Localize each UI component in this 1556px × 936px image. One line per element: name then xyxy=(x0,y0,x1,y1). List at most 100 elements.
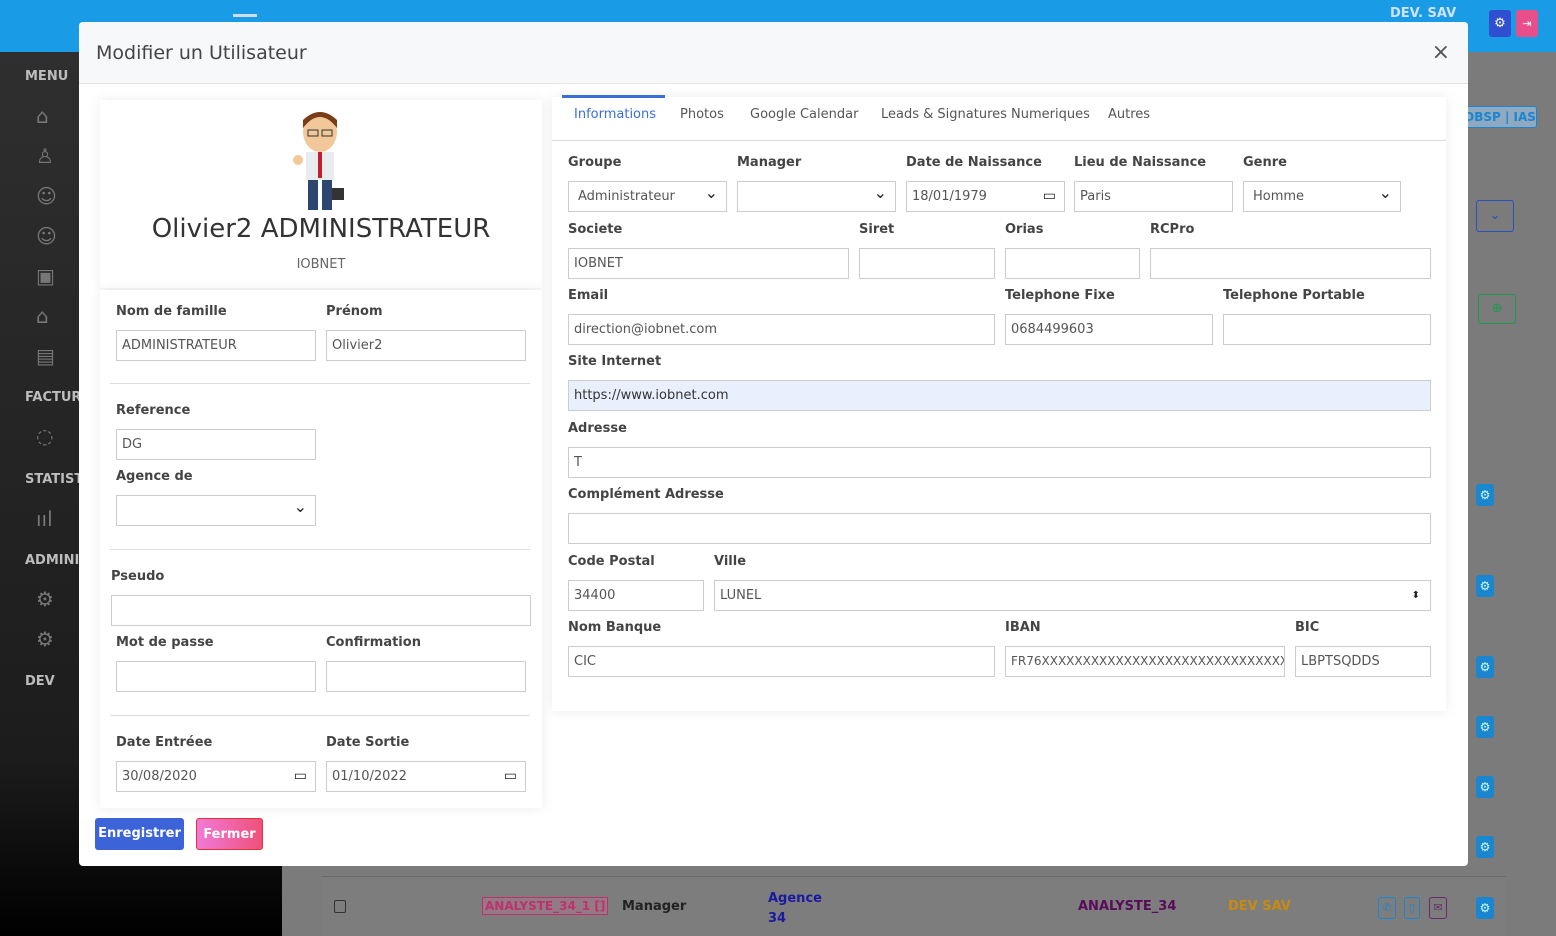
pseudo-input[interactable] xyxy=(111,595,531,626)
divider xyxy=(110,383,530,384)
rocket-icon[interactable]: ♙ xyxy=(36,144,54,168)
row-role: Manager xyxy=(622,899,687,914)
bic-input[interactable]: LBPTSQDDS xyxy=(1295,646,1431,677)
users-icon[interactable]: ☺ xyxy=(36,184,57,208)
cp-input[interactable]: 34400 xyxy=(568,580,704,611)
prenom-label: Prénom xyxy=(326,304,383,319)
user-name[interactable]: DEV. SAV xyxy=(1390,6,1456,21)
email-label: Email xyxy=(568,288,609,303)
password-input[interactable] xyxy=(116,661,316,692)
banque-input[interactable]: CIC xyxy=(568,646,995,677)
home-icon[interactable]: ⌂ xyxy=(36,104,49,128)
tab-leads-signatures[interactable]: Leads & Signatures Numeriques xyxy=(881,107,1090,122)
complement-input[interactable] xyxy=(568,513,1431,544)
row-settings-button[interactable]: ⚙ xyxy=(1476,716,1494,738)
bar-chart-icon[interactable]: ııl xyxy=(36,507,53,531)
info-card: Informations Photos Google Calendar Lead… xyxy=(552,95,1446,711)
tel-fixe-input[interactable]: 0684499603 xyxy=(1005,314,1213,345)
naissance-input[interactable]: 18/01/1979 xyxy=(906,181,1065,212)
tab-photos[interactable]: Photos xyxy=(680,107,724,122)
siret-label: Siret xyxy=(859,222,895,237)
genre-label: Genre xyxy=(1243,155,1287,170)
prenom-input[interactable]: Olivier2 xyxy=(326,330,526,361)
edit-user-modal: Modifier un Utilisateur × Olivier2 ADMIN… xyxy=(79,22,1468,866)
email-input[interactable]: direction@iobnet.com xyxy=(568,314,995,345)
row-group: DEV SAV xyxy=(1228,899,1291,914)
tabs-divider xyxy=(552,140,1446,141)
row-settings-button[interactable]: ⚙ xyxy=(1476,897,1494,919)
modal-header: Modifier un Utilisateur × xyxy=(79,22,1468,84)
tab-autres[interactable]: Autres xyxy=(1108,107,1150,122)
societe-input[interactable]: IOBNET xyxy=(568,248,849,279)
piggy-bank-icon[interactable]: ◌ xyxy=(36,424,53,448)
ville-select[interactable]: LUNEL ⬍ xyxy=(714,580,1431,611)
banque-label: Nom Banque xyxy=(568,620,662,635)
add-button[interactable]: ⊕ xyxy=(1478,294,1516,324)
date-sortie-label: Date Sortie xyxy=(326,735,410,750)
row-settings-button[interactable]: ⚙ xyxy=(1476,656,1494,678)
lieu-input[interactable]: Paris xyxy=(1074,181,1233,212)
nom-label: Nom de famille xyxy=(116,304,227,319)
iban-label: IBAN xyxy=(1005,620,1041,635)
confirm-password-input[interactable] xyxy=(326,661,526,692)
login-badge[interactable]: ANALYSTE_34_1 [] xyxy=(482,897,609,915)
save-button[interactable]: Enregistrer xyxy=(95,818,184,850)
close-icon[interactable]: × xyxy=(1432,40,1450,65)
user-add-icon[interactable]: ☺ xyxy=(36,224,57,248)
hamburger-icon[interactable] xyxy=(233,14,257,17)
confirm-label: Confirmation xyxy=(326,635,421,650)
row-checkbox[interactable] xyxy=(334,900,346,913)
tab-informations[interactable]: Informations xyxy=(574,107,656,122)
complement-label: Complément Adresse xyxy=(568,487,724,502)
date-entree-input[interactable]: 30/08/2020 xyxy=(116,761,316,792)
ville-value: LUNEL xyxy=(720,588,762,603)
reference-input[interactable]: DG xyxy=(116,429,316,460)
genre-select[interactable]: Homme xyxy=(1243,181,1401,212)
close-button[interactable]: Fermer xyxy=(196,818,263,850)
row-settings-button[interactable]: ⚙ xyxy=(1476,836,1494,858)
orias-label: Orias xyxy=(1005,222,1044,237)
naissance-value: 18/01/1979 xyxy=(912,189,987,204)
modal-title: Modifier un Utilisateur xyxy=(96,42,307,64)
groupe-select[interactable]: Administrateur xyxy=(568,181,727,212)
siret-input[interactable] xyxy=(859,248,995,279)
orias-input[interactable] xyxy=(1005,248,1140,279)
tel-portable-label: Telephone Portable xyxy=(1223,288,1365,303)
gear-icon[interactable]: ⚙ xyxy=(36,627,54,651)
date-sortie-value: 01/10/2022 xyxy=(332,769,407,784)
row-settings-button[interactable]: ⚙ xyxy=(1476,776,1494,798)
graduation-icon[interactable]: ⌂ xyxy=(36,304,49,328)
naissance-label: Date de Naissance xyxy=(906,155,1042,170)
phone-icon[interactable]: ✆ xyxy=(1378,897,1396,919)
agence-label: Agence de xyxy=(116,469,193,484)
settings-button[interactable]: ⚙ xyxy=(1489,10,1511,37)
collapse-button[interactable]: ⌄ xyxy=(1476,200,1514,232)
id-card-icon[interactable]: ▤ xyxy=(36,344,55,368)
tab-google-calendar[interactable]: Google Calendar xyxy=(750,107,858,122)
obsp-ias-button[interactable]: OBSP | IAS xyxy=(1463,106,1537,128)
ville-label: Ville xyxy=(714,554,747,569)
agence-select[interactable] xyxy=(116,495,316,526)
tel-portable-input[interactable] xyxy=(1223,314,1431,345)
bic-label: BIC xyxy=(1295,620,1320,635)
nom-input[interactable]: ADMINISTRATEUR xyxy=(116,330,316,361)
money-icon[interactable]: ▣ xyxy=(36,264,55,288)
logout-button[interactable]: ⇥ xyxy=(1516,10,1538,37)
site-input[interactable]: https://www.iobnet.com xyxy=(568,380,1431,411)
manager-select[interactable] xyxy=(737,181,896,212)
row-settings-button[interactable]: ⚙ xyxy=(1476,484,1494,506)
date-entree-label: Date Entréee xyxy=(116,735,213,750)
rcpro-input[interactable] xyxy=(1150,248,1431,279)
site-label: Site Internet xyxy=(568,354,662,369)
adresse-input[interactable]: T xyxy=(568,447,1431,478)
gear-icon[interactable]: ⚙ xyxy=(36,587,54,611)
iban-input[interactable]: FR76XXXXXXXXXXXXXXXXXXXXXXXXXXXXXXX xyxy=(1005,646,1285,677)
profile-name: Olivier2 ADMINISTRATEUR xyxy=(151,214,491,244)
table-row: ANALYSTE_34_1 [] Manager Agence 34 ANALY… xyxy=(322,876,1506,936)
pseudo-label: Pseudo xyxy=(111,569,165,584)
mail-icon[interactable]: ✉ xyxy=(1429,897,1447,919)
row-settings-button[interactable]: ⚙ xyxy=(1476,575,1494,597)
date-sortie-input[interactable]: 01/10/2022 xyxy=(326,761,526,792)
societe-label: Societe xyxy=(568,222,623,237)
mobile-icon[interactable]: ▯ xyxy=(1404,897,1420,919)
